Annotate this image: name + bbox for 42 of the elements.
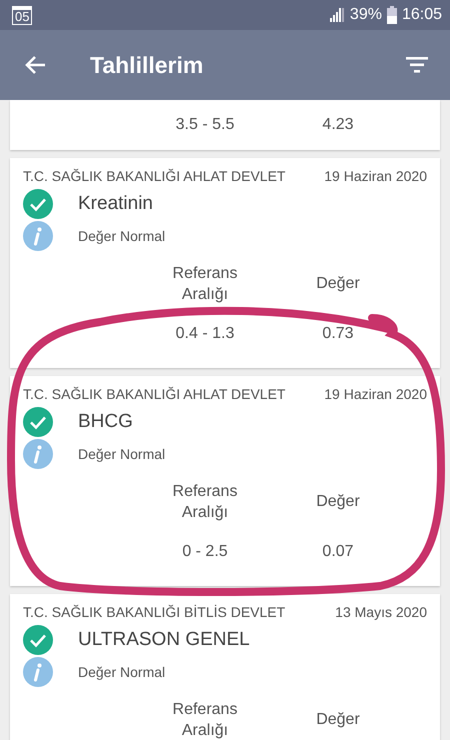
filter-icon[interactable] <box>406 57 428 73</box>
status-text: Değer Normal <box>78 664 166 680</box>
reference-range: 0 - 2.5 <box>181 543 229 561</box>
test-name: BHCG <box>78 411 133 433</box>
check-icon <box>23 189 53 219</box>
status-text: Değer Normal <box>78 228 166 244</box>
info-icon <box>23 439 53 469</box>
column-label: Referans Aralığı <box>172 700 238 740</box>
column-label: Referans Aralığı <box>172 482 238 523</box>
battery-percent: 39% <box>350 6 382 24</box>
check-icon <box>23 625 53 655</box>
column-label: Değer <box>315 275 361 293</box>
column-label: Değer <box>315 711 361 729</box>
result-value: 4.23 <box>321 116 355 134</box>
reference-range: 3.5 - 5.5 <box>174 116 236 134</box>
result-date: 19 Haziran 2020 <box>324 386 427 404</box>
clock: 16:05 <box>402 6 442 24</box>
check-icon <box>23 407 53 437</box>
test-name: Kreatinin <box>78 193 153 215</box>
result-card[interactable]: 3.5 - 5.5 4.23 <box>10 100 440 150</box>
result-value: 0.73 <box>321 325 355 343</box>
result-card[interactable]: T.C. SAĞLIK BAKANLIĞI AHLAT DEVLET 19 Haziran 2020 Kreatinin Değer Normal Referans Aralığı Değer 0.4 - 1.3 0.73 <box>10 158 440 368</box>
info-icon <box>23 221 53 251</box>
column-label: Değer <box>315 493 361 511</box>
result-card[interactable]: T.C. SAĞLIK BAKANLIĞI AHLAT DEVLET 19 Haziran 2020 BHCG Değer Normal Referans Aralığı Değer 0 - 2.5 0.07 <box>10 376 440 586</box>
test-name: ULTRASON GENEL <box>78 629 250 651</box>
hospital-name: T.C. SAĞLIK BAKANLIĞI BİTLİS DEVLET <box>23 604 286 622</box>
screen-title: Tahlillerim <box>90 52 204 78</box>
back-arrow-icon[interactable] <box>24 55 46 75</box>
hospital-name: T.C. SAĞLIK BAKANLIĞI AHLAT DEVLET <box>23 386 286 404</box>
result-date: 19 Haziran 2020 <box>324 168 427 186</box>
result-card[interactable]: T.C. SAĞLIK BAKANLIĞI BİTLİS DEVLET 13 Mayıs 2020 ULTRASON GENEL Değer Normal Referans Aralığı Değer <box>10 594 440 740</box>
signal-icon <box>328 7 345 23</box>
battery-icon <box>386 6 397 24</box>
reference-range: 0.4 - 1.3 <box>174 325 236 343</box>
column-label: Referans Aralığı <box>172 264 238 305</box>
result-date: 13 Mayıs 2020 <box>335 604 427 622</box>
result-value: 0.07 <box>321 543 355 561</box>
status-text: Değer Normal <box>78 446 166 462</box>
info-icon <box>23 657 53 687</box>
hospital-name: T.C. SAĞLIK BAKANLIĞI AHLAT DEVLET <box>23 168 286 186</box>
notification-icon: 05 <box>12 6 32 24</box>
